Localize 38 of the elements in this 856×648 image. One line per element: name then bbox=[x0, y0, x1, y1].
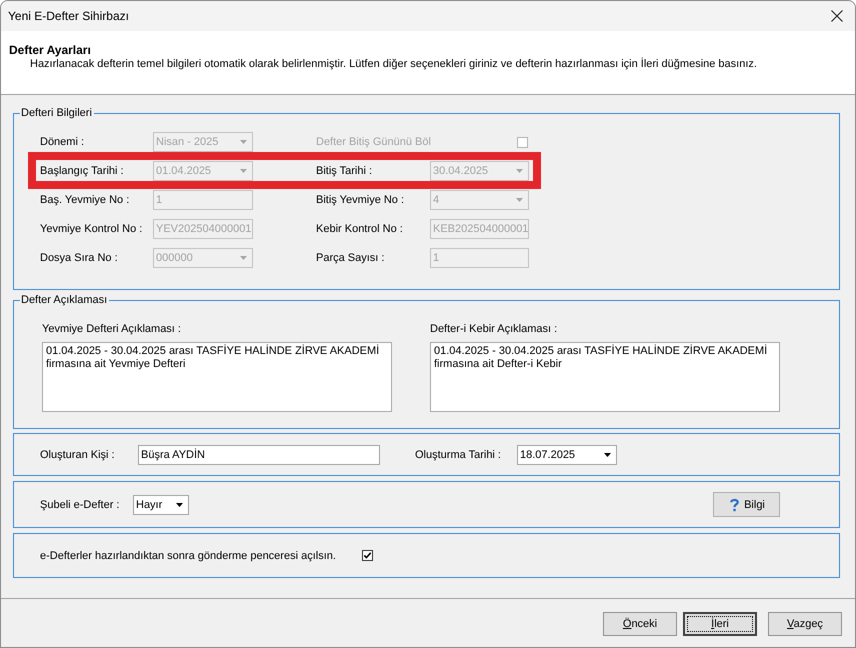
caret-icon bbox=[240, 169, 247, 173]
caret-icon bbox=[240, 140, 247, 144]
caret-icon bbox=[516, 169, 523, 173]
dropdown-field[interactable]: Hayır bbox=[133, 494, 189, 514]
checkbox-label: Defter Bitiş Gününü Böl bbox=[316, 135, 431, 149]
caret-icon bbox=[516, 198, 523, 202]
group-title: Defteri Bilgileri bbox=[21, 107, 92, 119]
field-label: Parça Sayısı : bbox=[316, 251, 384, 265]
field-label: Oluşturma Tarihi : bbox=[415, 448, 501, 462]
close-icon bbox=[831, 10, 843, 22]
text-field[interactable]: Büşra AYDİN bbox=[138, 444, 380, 464]
field-label: Bitiş Tarihi : bbox=[316, 164, 372, 178]
field-label: Baş. Yevmiye No : bbox=[40, 193, 130, 207]
field-label: Bitiş Yevmiye No : bbox=[316, 193, 404, 207]
window-title: Yeni E-Defter Sihirbazı bbox=[8, 8, 130, 24]
caret-icon bbox=[176, 502, 183, 506]
description-field[interactable]: 01.04.2025 - 30.04.2025 arası TASFİYE HALİNDE ZİRVE AKADEMİ firmasına ait Defter-i Kebir bbox=[430, 342, 780, 412]
header-description: Hazırlanacak defterin temel bilgileri otomatik olarak belirlenmiştir. Lütfen diğer seçenekleri giriniz ve defterin hazırlanması için İleri düğmesine basınız. bbox=[30, 57, 757, 71]
checkbox-label: e-Defterler hazırlandıktan sonra gönderme penceresi açılsın. bbox=[40, 548, 336, 562]
caret-icon bbox=[604, 452, 611, 456]
field-label: Dosya Sıra No : bbox=[40, 251, 118, 265]
field-label: Dönemi : bbox=[40, 135, 84, 149]
wizard-button[interactable]: Vazgeç bbox=[768, 612, 842, 636]
field-label: Oluşturan Kişi : bbox=[40, 448, 115, 462]
field-label: Defter-i Kebir Açıklaması : bbox=[430, 322, 558, 336]
help-icon bbox=[730, 498, 740, 512]
field-label: Yevmiye Defteri Açıklaması : bbox=[42, 322, 181, 336]
field-label: Yevmiye Kontrol No : bbox=[40, 222, 142, 236]
field-label: Başlangıç Tarihi : bbox=[40, 164, 124, 178]
field-label: Kebir Kontrol No : bbox=[316, 222, 403, 236]
header-title: Defter Ayarları bbox=[9, 43, 91, 57]
dropdown-field[interactable]: 18.07.2025 bbox=[517, 444, 617, 464]
checkbox[interactable] bbox=[362, 550, 373, 561]
field-label: Şubeli e-Defter : bbox=[40, 498, 120, 512]
info-button[interactable]: Bilgi bbox=[713, 492, 780, 517]
caret-icon bbox=[240, 256, 247, 260]
description-field[interactable]: 01.04.2025 - 30.04.2025 arası TASFİYE HALİNDE ZİRVE AKADEMİ firmasına ait Yevmiye Defteri bbox=[42, 342, 392, 412]
group-title: Defter Açıklaması bbox=[21, 294, 108, 306]
